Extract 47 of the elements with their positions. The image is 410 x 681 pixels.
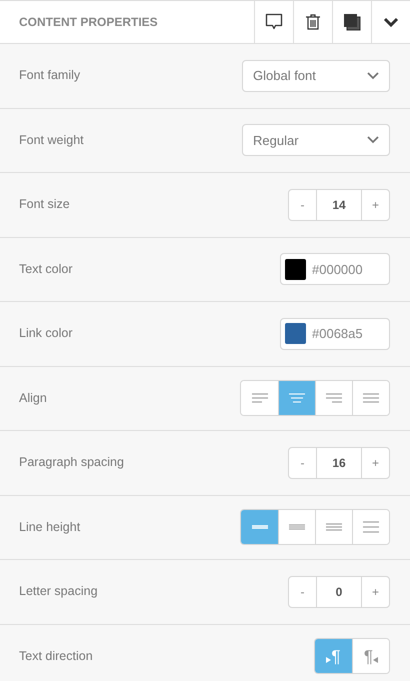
panel-title: CONTENT PROPERTIES (18, 14, 159, 31)
property-label: Letter spacing (19, 583, 98, 600)
property-label: Text color (19, 260, 72, 278)
decrement-button[interactable]: - (289, 576, 317, 607)
decrement-button[interactable]: - (289, 190, 317, 220)
property-label: Font weight (19, 132, 84, 149)
duplicate-icon (343, 13, 361, 31)
pilcrow-glyph: ¶ (364, 646, 374, 668)
segment-option[interactable] (278, 381, 315, 416)
pilcrow-glyph: ¶ (331, 646, 341, 668)
segment-option[interactable]: ¶ (315, 639, 352, 674)
property-label: Font family (19, 67, 80, 84)
chevron-down-icon (367, 136, 379, 144)
lines-icon (362, 520, 380, 534)
color-field[interactable]: #000000 (280, 253, 390, 286)
triangle-icon (326, 657, 332, 664)
align-left-icon (250, 392, 268, 404)
increment-button[interactable]: + (361, 190, 389, 220)
justify-icon (362, 392, 380, 404)
trash-icon (305, 13, 321, 31)
dropdown[interactable]: Global font (242, 60, 390, 92)
property-label: Line height (19, 518, 80, 536)
increment-button[interactable]: + (361, 576, 389, 607)
segment-option[interactable] (241, 510, 278, 544)
property-label: Align (19, 390, 47, 407)
segment-option[interactable] (352, 381, 389, 416)
number-value: 0 (334, 584, 344, 601)
property-label: Font size (19, 196, 70, 214)
color-field[interactable]: #0068a5 (280, 318, 390, 350)
color-value: #000000 (312, 260, 363, 278)
decrement-button[interactable]: - (289, 448, 317, 478)
number-value: 14 (331, 196, 347, 214)
chevron-down-icon (367, 72, 379, 80)
speech-bubble-icon (265, 13, 283, 31)
increment-button[interactable]: + (361, 448, 389, 478)
property-label: Text direction (19, 648, 93, 665)
segment-option[interactable]: ¶ (352, 639, 389, 674)
align-right-icon (325, 392, 343, 404)
align-center-icon (288, 392, 306, 404)
dropdown[interactable]: Regular (242, 124, 390, 156)
number-value: 16 (331, 454, 347, 472)
property-label: Paragraph spacing (19, 454, 124, 472)
segment-option[interactable] (352, 510, 389, 544)
triangle-icon (373, 657, 378, 664)
property-label: Link color (19, 325, 72, 342)
color-value: #0068a5 (312, 325, 363, 343)
chevron-down-icon (383, 16, 399, 28)
